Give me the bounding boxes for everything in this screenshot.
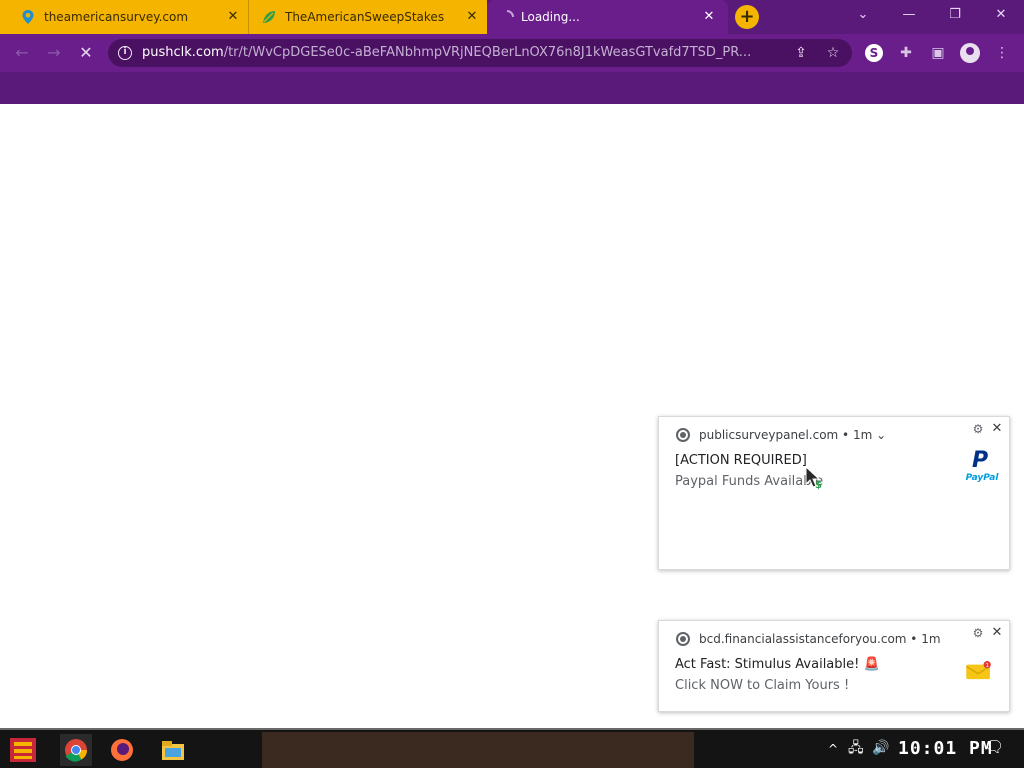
settings-gear-icon[interactable]: ⚙ [971,626,985,640]
expand-chevron-icon[interactable]: ⌄ [876,428,886,442]
stop-loading-icon[interactable]: ✕ [75,42,97,64]
notification-time: • 1m [910,632,941,646]
notification-card[interactable]: publicsurveypanel.com • 1m ⌄ ⚙ ✕ [ACTION… [658,416,1010,570]
notification-source-domain: publicsurveypanel.com [699,428,839,442]
tab-theamericansurvey[interactable]: theamericansurvey.com ✕ [0,0,248,34]
notification-body: Paypal Funds Available [675,474,824,489]
site-info-icon[interactable]: i [118,46,132,60]
location-pin-icon [22,10,34,24]
url-path: /tr/t/WvCpDGESe0c-aBeFANbhmpVRjNEQBerLnO… [223,45,752,60]
forward-arrow-icon[interactable]: → [43,42,65,64]
notification-title: Act Fast: Stimulus Available! 🚨 [675,657,880,672]
close-icon[interactable]: ✕ [989,421,1005,437]
notification-time: • 1m [842,428,873,442]
tab-title: theamericansurvey.com [44,10,189,24]
bookmark-star-icon[interactable]: ☆ [824,44,842,62]
url-text[interactable]: pushclk.com/tr/t/WvCpDGESe0c-aBeFANbhmpV… [142,45,786,61]
notification-source: bcd.financialassistanceforyou.com • 1m [699,632,941,647]
taskbar-thumbnail-image [262,732,694,768]
new-tab-button[interactable]: + [735,5,759,29]
settings-gear-icon[interactable]: ⚙ [971,422,985,436]
menu-kebab-icon[interactable]: ⋮ [993,44,1011,62]
tab-search-chevron-icon[interactable]: ⌄ [848,4,878,26]
tab-theamericansweepstakes[interactable]: TheAmericanSweepStakes ✕ [248,0,487,34]
minimize-icon[interactable]: — [894,4,924,26]
loading-spinner-icon [506,10,514,18]
envelope-icon: 1 [965,661,991,680]
address-bar[interactable]: i pushclk.com/tr/t/WvCpDGESe0c-aBeFANbhm… [108,39,852,67]
chrome-icon [676,632,690,646]
restore-icon[interactable]: ❐ [940,4,970,26]
tab-title: TheAmericanSweepStakes [285,10,445,24]
page-header-band [0,72,1024,104]
tab-close-icon[interactable]: ✕ [700,8,718,26]
notification-source: publicsurveypanel.com • 1m ⌄ [699,428,886,443]
url-host: pushclk.com [142,45,224,60]
taskbar: ^ 🖧 🔊 10:01 PM 🗨 [0,728,1024,768]
network-icon[interactable]: 🖧 [848,741,864,755]
profile-avatar-icon[interactable] [960,43,980,63]
mouse-cursor-icon: $ [805,466,822,490]
tab-title: Loading... [521,10,580,24]
side-panel-icon[interactable]: ▣ [929,44,947,62]
notification-card[interactable]: bcd.financialassistanceforyou.com • 1m ⚙… [658,620,1010,712]
leaf-icon [263,11,275,23]
file-explorer-icon[interactable] [160,738,186,762]
chevron-up-icon[interactable]: ^ [828,742,838,756]
firefox-icon[interactable] [108,736,136,764]
start-button-icon[interactable] [8,736,38,764]
close-window-icon[interactable]: ✕ [986,4,1016,26]
paypal-logo-text: PayPal [965,473,999,483]
tab-loading-active[interactable]: Loading... ✕ [487,0,728,34]
chrome-icon [676,428,690,442]
close-icon[interactable]: ✕ [989,625,1005,641]
notification-body: Click NOW to Claim Yours ! [675,678,850,693]
notification-source-domain: bcd.financialassistanceforyou.com [699,632,907,646]
browser-toolbar: ← → ✕ i pushclk.com/tr/t/WvCpDGESe0c-aBe… [0,34,1024,72]
svg-text:$: $ [815,480,822,490]
volume-icon[interactable]: 🔊 [872,741,889,755]
extensions-puzzle-icon[interactable]: ✚ [897,44,915,62]
paypal-logo-icon: P PayPal [963,449,1001,487]
taskbar-clock[interactable]: 10:01 PM [898,738,993,759]
taskbar-chrome[interactable] [60,734,92,766]
tab-close-icon[interactable]: ✕ [224,8,242,26]
action-center-icon[interactable]: 🗨 [984,739,1004,755]
badge-count: 1 [985,663,988,669]
extension-s-icon[interactable]: S [865,44,883,62]
tab-strip: theamericansurvey.com ✕ TheAmericanSweep… [0,0,1024,34]
notification-title: [ACTION REQUIRED] [675,453,807,468]
back-arrow-icon[interactable]: ← [11,42,33,64]
share-icon[interactable]: ⇪ [792,44,810,62]
chrome-icon [65,739,87,762]
tab-close-icon[interactable]: ✕ [463,8,481,26]
